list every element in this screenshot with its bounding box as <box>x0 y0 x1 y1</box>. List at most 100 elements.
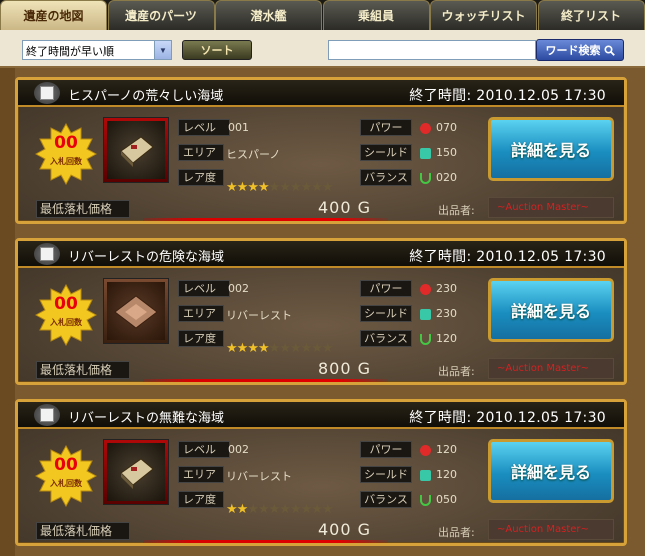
star-empty-icon: ★ <box>321 341 334 356</box>
area-label: エリア <box>178 144 224 161</box>
sort-button[interactable]: ソート <box>182 40 252 60</box>
rarity-stars: ★★★★★★★★★★ <box>226 180 334 195</box>
rarity-stars: ★★★★★★★★★★ <box>226 341 334 356</box>
sort-button-label: ソート <box>200 44 234 57</box>
star-empty-icon: ★ <box>247 502 259 517</box>
tab-watchlist[interactable]: ウォッチリスト <box>430 0 537 30</box>
view-details-label: 詳細を見る <box>510 463 591 482</box>
select-checkbox[interactable] <box>40 408 54 422</box>
rarity-label: レア度 <box>178 491 224 508</box>
star-filled-icon: ★ <box>226 502 238 517</box>
select-checkbox-wrap <box>34 404 60 426</box>
select-checkbox-wrap <box>34 243 60 265</box>
rarity-label: レア度 <box>178 330 224 347</box>
magnet-icon <box>420 495 431 506</box>
select-checkbox[interactable] <box>40 247 54 261</box>
card-header: リバーレストの無難な海域 終了時間: 2010.12.05 17:30 <box>18 402 624 429</box>
auction-card: リバーレストの危険な海域 終了時間: 2010.12.05 17:30 00 入… <box>15 238 627 385</box>
level-value: 002 <box>228 282 249 295</box>
star-filled-icon: ★ <box>226 341 238 356</box>
star-empty-icon: ★ <box>279 502 291 517</box>
tab-ended-list[interactable]: 終了リスト <box>537 0 645 30</box>
item-title: リバーレストの危険な海域 <box>68 250 225 265</box>
shield-value: 120 <box>436 468 457 481</box>
view-details-button[interactable]: 詳細を見る <box>488 278 614 342</box>
level-label: レベル <box>178 441 230 458</box>
tab-treasure-parts[interactable]: 遺産のパーツ <box>107 0 215 30</box>
treasure-map-icon <box>120 136 154 167</box>
end-time: 終了時間: 2010.12.05 17:30 <box>409 88 606 104</box>
shield-value: 150 <box>436 146 457 159</box>
power-value: 070 <box>436 121 457 134</box>
star-empty-icon: ★ <box>300 502 313 517</box>
auction-card: ヒスパーノの荒々しい海域 終了時間: 2010.12.05 17:30 00 入… <box>15 77 627 224</box>
bid-count-label: 入札回数 <box>50 157 82 166</box>
level-label: レベル <box>178 119 230 136</box>
tab-submarine[interactable]: 潜水艦 <box>215 0 322 30</box>
tab-treasure-maps[interactable]: 遺産の地図 <box>0 0 107 30</box>
shield-label: シールド <box>360 144 412 161</box>
star-empty-icon: ★ <box>268 341 281 356</box>
end-time: 終了時間: 2010.12.05 17:30 <box>409 410 606 426</box>
search-button[interactable]: ワード検索 <box>536 39 624 61</box>
seller-name: ~Auction Master~ <box>488 358 614 379</box>
star-filled-icon: ★ <box>247 180 259 195</box>
level-label: レベル <box>178 280 230 297</box>
shield-label: シールド <box>360 305 412 322</box>
shield-label: シールド <box>360 466 412 483</box>
sort-select-value: 終了時間が早い順 <box>26 46 114 58</box>
tab-crew[interactable]: 乗組員 <box>322 0 430 30</box>
shield-icon <box>420 309 431 320</box>
sort-select[interactable]: 終了時間が早い順 ▼ <box>22 40 172 60</box>
bid-count: 00 <box>54 133 78 153</box>
view-details-button[interactable]: 詳細を見る <box>488 439 614 503</box>
bid-count-badge: 00 入札回数 <box>35 445 97 507</box>
end-time: 終了時間: 2010.12.05 17:30 <box>409 249 606 265</box>
tab-bar: 遺産の地図 遺産のパーツ 潜水艦 乗組員 ウォッチリスト 終了リスト <box>0 0 645 30</box>
power-icon <box>420 284 431 295</box>
select-checkbox[interactable] <box>40 86 54 100</box>
search-button-label: ワード検索 <box>545 44 601 57</box>
seller-label: 出品者: <box>438 204 475 217</box>
star-filled-icon: ★ <box>236 180 249 195</box>
level-value: 001 <box>228 121 249 134</box>
price-bar <box>143 218 388 221</box>
star-filled-icon: ★ <box>236 502 249 517</box>
view-details-label: 詳細を見る <box>510 141 591 160</box>
balance-value: 050 <box>436 493 457 506</box>
balance-value: 020 <box>436 171 457 184</box>
chevron-down-icon: ▼ <box>154 41 171 59</box>
balance-label: バランス <box>360 169 412 186</box>
search-input[interactable] <box>328 40 536 60</box>
magnet-icon <box>420 173 431 184</box>
card-header: リバーレストの危険な海域 終了時間: 2010.12.05 17:30 <box>18 241 624 268</box>
magnet-icon <box>420 334 431 345</box>
star-empty-icon: ★ <box>289 180 302 195</box>
seller-label: 出品者: <box>438 365 475 378</box>
area-label: エリア <box>178 305 224 322</box>
auction-card: リバーレストの無難な海域 終了時間: 2010.12.05 17:30 00 入… <box>15 399 627 546</box>
view-details-button[interactable]: 詳細を見る <box>488 117 614 181</box>
bid-count-badge: 00 入札回数 <box>35 123 97 185</box>
power-label: パワー <box>360 280 412 297</box>
power-icon <box>420 445 431 456</box>
bid-count-label: 入札回数 <box>50 318 82 327</box>
left-border <box>0 68 15 556</box>
star-empty-icon: ★ <box>268 502 281 517</box>
power-label: パワー <box>360 119 412 136</box>
star-filled-icon: ★ <box>236 341 249 356</box>
price-bar <box>143 379 388 382</box>
bid-count-badge: 00 入札回数 <box>35 284 97 346</box>
star-empty-icon: ★ <box>300 180 313 195</box>
star-empty-icon: ★ <box>321 180 334 195</box>
shield-value: 230 <box>436 307 457 320</box>
power-label: パワー <box>360 441 412 458</box>
price-bar <box>143 540 388 543</box>
toolbar: 終了時間が早い順 ▼ ソート ワード検索 <box>0 30 645 68</box>
rarity-label: レア度 <box>178 169 224 186</box>
star-empty-icon: ★ <box>321 502 334 517</box>
star-empty-icon: ★ <box>257 502 270 517</box>
search-icon <box>603 44 615 56</box>
star-empty-icon: ★ <box>311 341 323 356</box>
shield-icon <box>420 148 431 159</box>
